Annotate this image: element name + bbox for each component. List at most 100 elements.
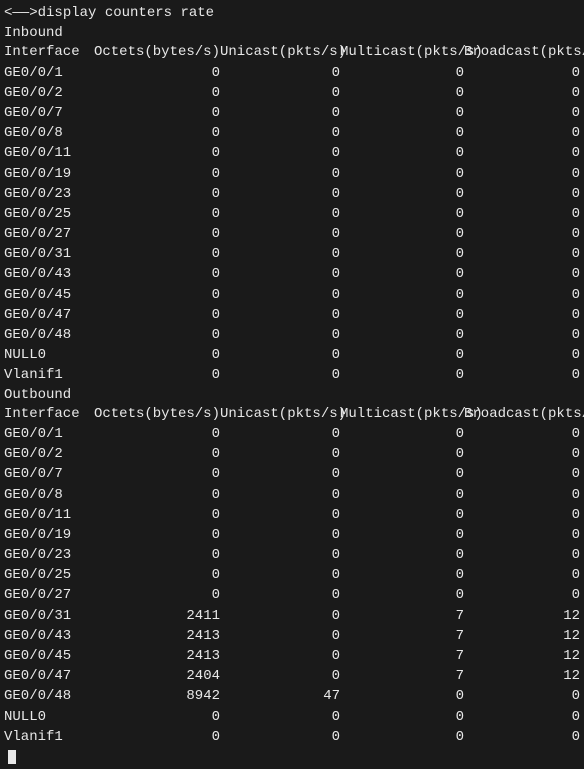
cell-octets: 0 — [92, 204, 220, 224]
table-row: GE0/0/480000 — [4, 325, 580, 345]
cell-broadcast: 0 — [464, 686, 580, 706]
cell-octets: 8942 — [92, 686, 220, 706]
cell-unicast: 0 — [220, 204, 340, 224]
cell-multicast: 0 — [340, 727, 464, 747]
cell-broadcast: 0 — [464, 464, 580, 484]
cell-interface: GE0/0/48 — [4, 325, 92, 345]
cell-unicast: 0 — [220, 164, 340, 184]
table-row: Vlanif10000 — [4, 727, 580, 747]
cell-multicast: 0 — [340, 686, 464, 706]
cell-multicast: 0 — [340, 224, 464, 244]
cell-multicast: 0 — [340, 525, 464, 545]
cell-unicast: 0 — [220, 285, 340, 305]
cell-broadcast: 0 — [464, 345, 580, 365]
prompt-command: >display counters rate — [29, 5, 214, 21]
cell-octets: 0 — [92, 305, 220, 325]
cell-unicast: 0 — [220, 585, 340, 605]
cell-octets: 0 — [92, 485, 220, 505]
table-row: Vlanif10000 — [4, 365, 580, 385]
table-row: GE0/0/70000 — [4, 103, 580, 123]
cell-octets: 0 — [92, 63, 220, 83]
cell-octets: 0 — [92, 244, 220, 264]
cell-multicast: 0 — [340, 505, 464, 525]
cell-multicast: 0 — [340, 143, 464, 163]
cell-octets: 2404 — [92, 666, 220, 686]
table-row: GE0/0/80000 — [4, 485, 580, 505]
terminal-cursor-line[interactable] — [4, 747, 580, 765]
inbound-label: Inbound — [4, 24, 580, 42]
cell-unicast: 0 — [220, 325, 340, 345]
table-row: NULL00000 — [4, 707, 580, 727]
table-row: GE0/0/190000 — [4, 525, 580, 545]
cell-interface: GE0/0/45 — [4, 646, 92, 666]
cell-octets: 2413 — [92, 626, 220, 646]
col-broadcast: Broadcast(pkts/s) — [464, 404, 580, 424]
cell-octets: 0 — [92, 464, 220, 484]
cell-interface: GE0/0/47 — [4, 305, 92, 325]
cell-octets: 0 — [92, 164, 220, 184]
cell-interface: GE0/0/45 — [4, 285, 92, 305]
cell-broadcast: 0 — [464, 285, 580, 305]
cell-octets: 0 — [92, 224, 220, 244]
table-row: GE0/0/230000 — [4, 184, 580, 204]
cell-unicast: 0 — [220, 305, 340, 325]
table-header-row: Interface Octets(bytes/s) Unicast(pkts/s… — [4, 404, 580, 424]
table-row: GE0/0/270000 — [4, 585, 580, 605]
cell-octets: 0 — [92, 505, 220, 525]
cell-interface: GE0/0/11 — [4, 143, 92, 163]
cell-unicast: 0 — [220, 345, 340, 365]
cell-multicast: 0 — [340, 83, 464, 103]
cell-unicast: 0 — [220, 464, 340, 484]
cell-interface: NULL0 — [4, 345, 92, 365]
cell-interface: GE0/0/7 — [4, 103, 92, 123]
cell-multicast: 0 — [340, 585, 464, 605]
cell-multicast: 0 — [340, 545, 464, 565]
table-row: GE0/0/110000 — [4, 505, 580, 525]
cell-octets: 2413 — [92, 646, 220, 666]
cell-interface: GE0/0/8 — [4, 123, 92, 143]
cell-unicast: 0 — [220, 424, 340, 444]
cell-unicast: 0 — [220, 505, 340, 525]
table-row: GE0/0/270000 — [4, 224, 580, 244]
cell-multicast: 0 — [340, 204, 464, 224]
cell-broadcast: 0 — [464, 123, 580, 143]
cell-multicast: 0 — [340, 464, 464, 484]
cell-broadcast: 0 — [464, 505, 580, 525]
cell-multicast: 0 — [340, 285, 464, 305]
col-interface: Interface — [4, 42, 92, 62]
cell-multicast: 0 — [340, 444, 464, 464]
cell-broadcast: 0 — [464, 444, 580, 464]
cell-octets: 0 — [92, 424, 220, 444]
cell-octets: 2411 — [92, 606, 220, 626]
cell-unicast: 0 — [220, 666, 340, 686]
cell-unicast: 0 — [220, 565, 340, 585]
cell-octets: 0 — [92, 83, 220, 103]
cell-interface: GE0/0/1 — [4, 424, 92, 444]
outbound-label: Outbound — [4, 386, 580, 404]
cell-multicast: 0 — [340, 164, 464, 184]
cell-unicast: 0 — [220, 83, 340, 103]
table-row: GE0/0/10000 — [4, 63, 580, 83]
col-broadcast: Broadcast(pkts/s) — [464, 42, 580, 62]
cell-interface: GE0/0/47 — [4, 666, 92, 686]
cell-octets: 0 — [92, 585, 220, 605]
cell-unicast: 0 — [220, 224, 340, 244]
cell-broadcast: 0 — [464, 585, 580, 605]
cell-broadcast: 0 — [464, 63, 580, 83]
cell-unicast: 0 — [220, 727, 340, 747]
cell-multicast: 0 — [340, 123, 464, 143]
cell-broadcast: 0 — [464, 244, 580, 264]
cell-octets: 0 — [92, 184, 220, 204]
table-row: GE0/0/10000 — [4, 424, 580, 444]
cell-interface: GE0/0/11 — [4, 505, 92, 525]
cell-broadcast: 0 — [464, 305, 580, 325]
col-unicast: Unicast(pkts/s) — [220, 404, 340, 424]
cell-broadcast: 0 — [464, 525, 580, 545]
table-row: GE0/0/20000 — [4, 83, 580, 103]
cell-unicast: 0 — [220, 444, 340, 464]
cell-interface: GE0/0/25 — [4, 204, 92, 224]
cell-interface: Vlanif1 — [4, 727, 92, 747]
cell-interface: GE0/0/19 — [4, 164, 92, 184]
cell-multicast: 7 — [340, 666, 464, 686]
cell-broadcast: 12 — [464, 626, 580, 646]
